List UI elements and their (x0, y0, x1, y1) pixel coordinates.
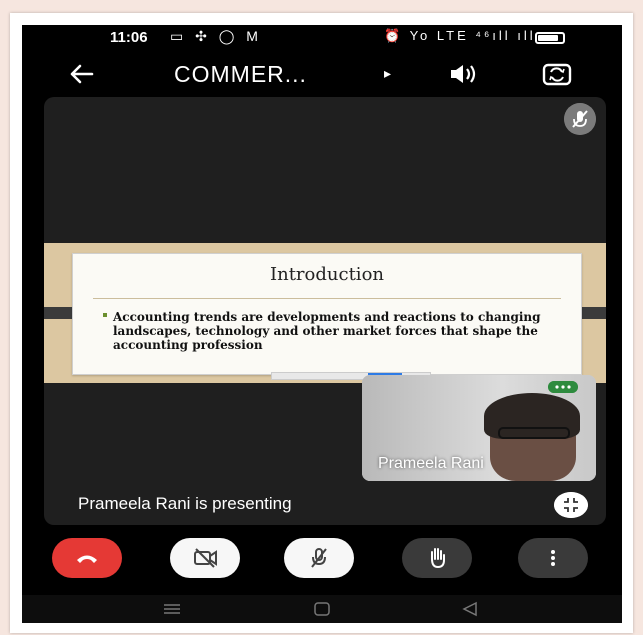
end-call-button[interactable] (52, 538, 122, 578)
raise-hand-icon (431, 548, 445, 569)
participant-tile[interactable]: Prameela Rani (362, 375, 596, 481)
slide-divider (93, 298, 561, 299)
hang-up-icon (77, 555, 97, 563)
system-nav-bar (22, 595, 622, 623)
presentation-slide: Introduction Accounting trends are devel… (72, 253, 582, 380)
collapse-view-icon[interactable] (554, 492, 588, 518)
back-nav-icon[interactable] (458, 601, 482, 617)
camera-off-icon (194, 548, 217, 568)
presenting-label: Prameela Rani is presenting (78, 494, 292, 513)
raise-hand-button[interactable] (402, 538, 472, 578)
camera-toggle-button[interactable] (170, 538, 240, 578)
presentation-stage: Introduction Accounting trends are devel… (44, 97, 606, 525)
signal-icons: ⏰ Yo LTE ⁴⁶ıll ıll (384, 28, 536, 43)
home-icon[interactable] (310, 601, 334, 617)
more-options-dots-icon[interactable] (548, 381, 578, 393)
mic-off-icon (311, 548, 327, 568)
participant-glasses (498, 427, 570, 439)
participant-name: Prameela Rani (378, 455, 484, 472)
notification-icons: ▭ ✣ ◯ M (170, 28, 262, 44)
app-bar: COMMER... ▸ (22, 53, 622, 95)
mic-muted-icon (564, 103, 596, 135)
bullet-icon (103, 313, 107, 317)
mic-toggle-button[interactable] (284, 538, 354, 578)
shared-screen: Introduction Accounting trends are devel… (44, 243, 606, 383)
speaker-icon[interactable] (442, 59, 482, 89)
slide-body-text: Accounting trends are developments and r… (113, 310, 541, 352)
recents-icon[interactable] (160, 601, 184, 617)
switch-camera-icon[interactable] (537, 59, 577, 89)
call-controls (22, 530, 622, 592)
slide-title: Introduction (270, 264, 384, 285)
vertical-dots-icon (551, 550, 555, 566)
status-bar: 11:06 ▭ ✣ ◯ M ⏰ Yo LTE ⁴⁶ıll ıll (22, 25, 622, 53)
back-arrow-icon[interactable] (62, 59, 102, 89)
meeting-title[interactable]: COMMER... (174, 61, 307, 88)
more-options-button[interactable] (518, 538, 588, 578)
expand-title-icon[interactable]: ▸ (384, 65, 391, 82)
phone-screen: 11:06 ▭ ✣ ◯ M ⏰ Yo LTE ⁴⁶ıll ıll COMMER.… (22, 25, 622, 623)
battery-icon (535, 32, 565, 44)
status-time: 11:06 (110, 29, 148, 46)
